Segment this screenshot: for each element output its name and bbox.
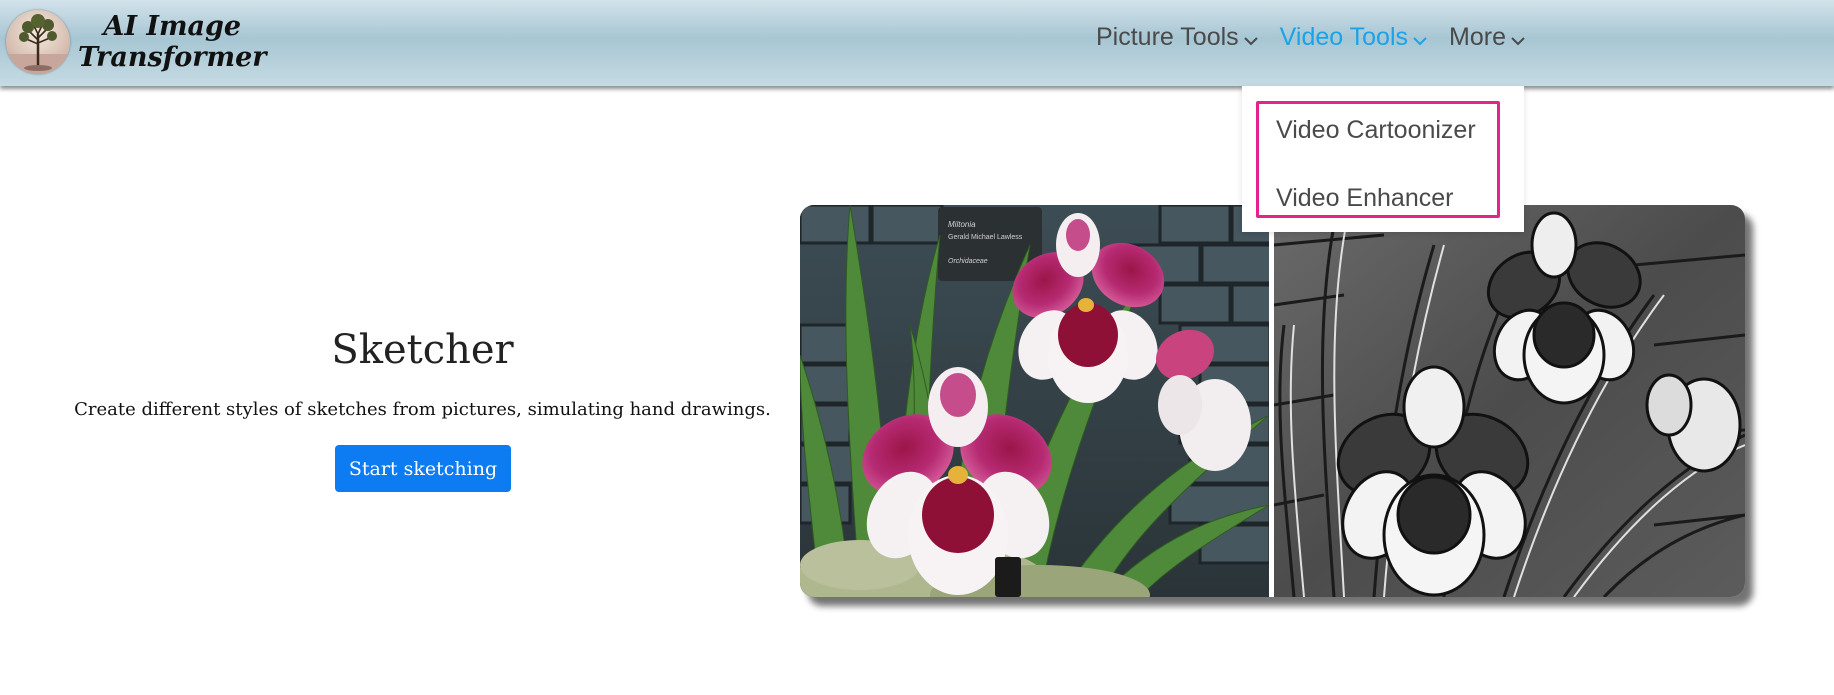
logo-line-2: Transformer [78, 42, 267, 73]
nav-more[interactable]: More [1449, 22, 1525, 53]
page-title: Sketcher [331, 327, 514, 373]
orchid-sketch-image [1274, 205, 1745, 597]
main-nav: Picture Tools Video Tools More [1096, 22, 1547, 53]
showcase-image: Miltonia Gerald Michael Lawless Orchidac… [800, 205, 1745, 597]
chevron-down-icon [1511, 24, 1525, 53]
top-navbar: AI Image Transformer Picture Tools Video… [0, 0, 1834, 86]
nav-video-tools[interactable]: Video Tools [1280, 22, 1427, 53]
site-logo[interactable]: AI Image Transformer [6, 10, 267, 74]
plant-label-line-1: Miltonia [948, 220, 976, 229]
chevron-down-icon [1243, 24, 1258, 53]
plant-label-line-3: Orchidaceae [948, 258, 988, 265]
nav-more-label: More [1449, 23, 1506, 51]
orchid-photo-image: Miltonia Gerald Michael Lawless Orchidac… [800, 205, 1269, 597]
plant-label-line-2: Gerald Michael Lawless [948, 234, 1023, 241]
nav-picture-tools-label: Picture Tools [1096, 23, 1239, 51]
menu-item-video-enhancer[interactable]: Video Enhancer [1276, 184, 1453, 213]
start-sketching-button[interactable]: Start sketching [335, 445, 511, 492]
nav-video-tools-label: Video Tools [1279, 23, 1409, 51]
nav-picture-tools[interactable]: Picture Tools [1096, 22, 1258, 53]
video-tools-dropdown: Video Cartoonizer Video Enhancer [1242, 86, 1524, 232]
chevron-down-icon [1413, 24, 1427, 53]
menu-item-video-cartoonizer[interactable]: Video Cartoonizer [1276, 116, 1476, 145]
logo-title: AI Image Transformer [78, 11, 267, 73]
page-description: Create different styles of sketches from… [74, 399, 771, 420]
logo-tree-icon [6, 10, 70, 74]
logo-line-1: AI Image [103, 11, 242, 42]
